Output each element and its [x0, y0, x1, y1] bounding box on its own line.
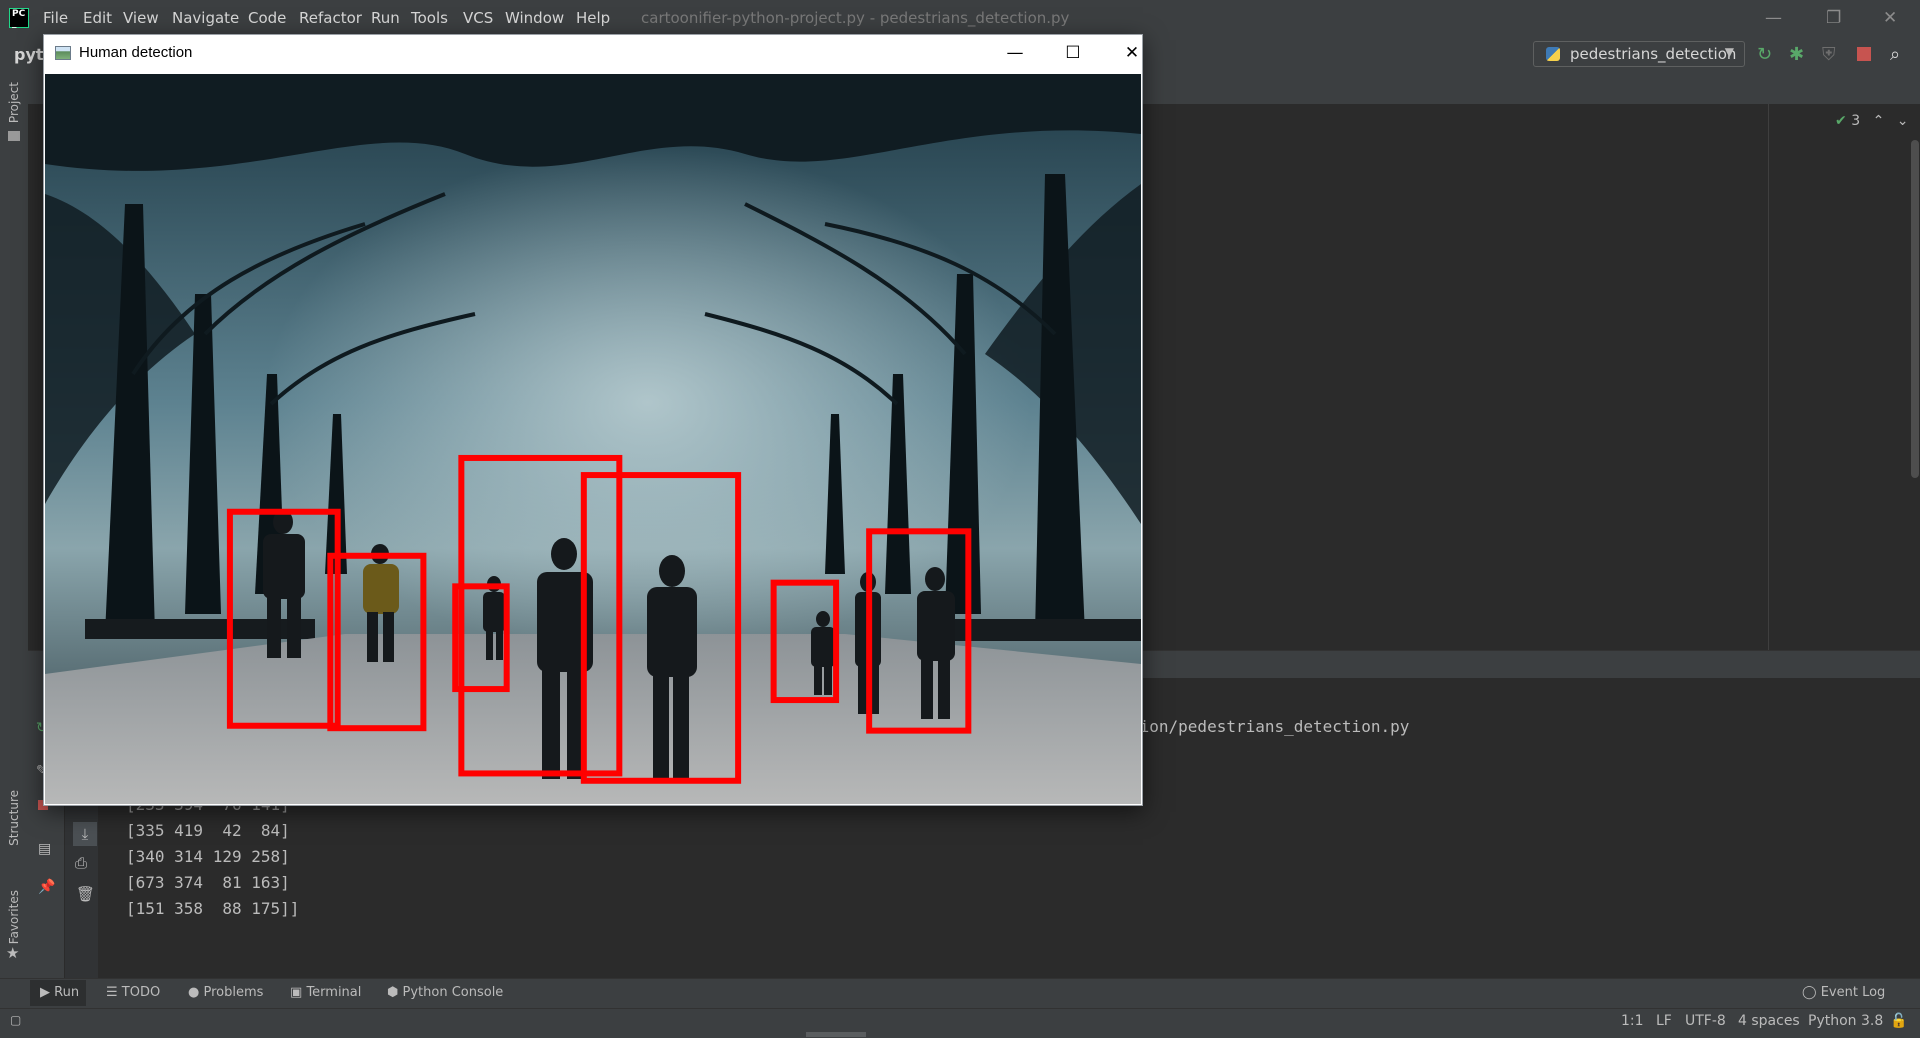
python-icon: ⬢: [387, 985, 399, 1000]
detection-window-title: Human detection: [79, 44, 193, 61]
project-tool-tab[interactable]: Project: [7, 82, 21, 123]
menu-run[interactable]: Run: [371, 9, 400, 27]
human-detection-window[interactable]: Human detection — ☐ ✕: [43, 34, 1143, 806]
coverage-icon[interactable]: ⛨: [1822, 44, 1836, 65]
tab-problems[interactable]: ● Problems: [188, 985, 263, 1000]
scroll-to-end-icon[interactable]: ⤓: [73, 822, 97, 846]
ide-restore-icon[interactable]: ❐: [1826, 8, 1841, 28]
toggle-tool-windows-icon[interactable]: ▢: [10, 1013, 21, 1027]
menu-navigate[interactable]: Navigate: [172, 9, 239, 27]
print-icon[interactable]: ⎙: [75, 854, 87, 872]
detection-image: [45, 74, 1141, 804]
menu-code[interactable]: Code: [248, 9, 286, 27]
favorites-tool-tab[interactable]: Favorites: [7, 890, 21, 944]
menu-view[interactable]: View: [123, 9, 159, 27]
maximize-icon[interactable]: ☐: [1050, 39, 1096, 67]
inspection-widget[interactable]: ✔ 3 ⌃ ⌄: [1835, 113, 1908, 129]
debug-icon[interactable]: ✱: [1789, 44, 1804, 65]
previous-highlight-icon[interactable]: ⌃: [1873, 113, 1885, 129]
run-icon: ▶: [40, 985, 50, 1000]
tab-python-console[interactable]: ⬢ Python Console: [387, 985, 503, 1000]
lock-icon[interactable]: 🔓: [1890, 1013, 1907, 1029]
tab-todo[interactable]: ☰ TODO: [106, 985, 160, 1000]
ide-window-title: cartoonifier-python-project.py - pedestr…: [641, 9, 1070, 27]
close-icon[interactable]: ✕: [1109, 39, 1155, 67]
layout-icon[interactable]: ▤: [38, 841, 51, 857]
trash-icon[interactable]: 🗑: [76, 885, 95, 903]
tab-python-console-label: Python Console: [402, 985, 504, 1000]
run-configuration-label: pedestrians_detection: [1570, 45, 1737, 63]
event-log-button[interactable]: ◯ Event Log: [1802, 985, 1885, 1000]
star-icon: ★: [6, 944, 20, 962]
folder-icon: [8, 131, 20, 141]
menu-refactor[interactable]: Refactor: [299, 9, 362, 27]
console-line: [673 374 81 163]: [126, 873, 290, 892]
chevron-down-icon: ▼: [1724, 45, 1734, 59]
list-icon: ☰: [106, 985, 118, 1000]
file-encoding[interactable]: UTF-8: [1685, 1013, 1726, 1029]
menu-edit[interactable]: Edit: [83, 9, 112, 27]
right-fence: [925, 619, 1141, 641]
line-separator[interactable]: LF: [1656, 1013, 1672, 1029]
progress-indicator: [806, 1032, 866, 1037]
tab-run-label: Run: [54, 985, 80, 1000]
console-line: [340 314 129 258]: [126, 847, 290, 866]
editor-scrollbar[interactable]: [1911, 140, 1919, 478]
minimize-icon[interactable]: —: [992, 39, 1038, 67]
window-app-icon: [55, 46, 71, 60]
tab-run[interactable]: ▶ Run: [40, 985, 79, 1000]
menu-help[interactable]: Help: [576, 9, 610, 27]
speech-bubble-icon: ◯: [1802, 985, 1817, 1000]
structure-tool-tab[interactable]: Structure: [7, 790, 21, 846]
console-line: [335 419 42 84]: [126, 821, 290, 840]
tab-terminal-label: Terminal: [306, 985, 362, 1000]
tool-window-bar: [0, 978, 1920, 1009]
python-interpreter[interactable]: Python 3.8: [1808, 1013, 1883, 1029]
event-log-label: Event Log: [1820, 985, 1886, 1000]
python-icon: [1546, 47, 1560, 61]
console-script-path: tion/pedestrians_detection.py: [1130, 717, 1410, 736]
right-margin-guide: [1768, 104, 1769, 650]
pycharm-logo: PC _: [9, 8, 29, 29]
stop-icon[interactable]: [1857, 47, 1871, 61]
tab-todo-label: TODO: [121, 985, 161, 1000]
next-highlight-icon[interactable]: ⌄: [1897, 113, 1909, 129]
menu-tools[interactable]: Tools: [411, 9, 448, 27]
inspection-count: 3: [1851, 113, 1861, 129]
pin-icon[interactable]: 📌: [38, 879, 55, 895]
check-icon: ✔: [1835, 113, 1847, 129]
menu-window[interactable]: Window: [505, 9, 564, 27]
tab-problems-label: Problems: [203, 985, 264, 1000]
terminal-icon: ▣: [290, 985, 303, 1000]
rerun-icon[interactable]: ↻: [1757, 44, 1772, 65]
tab-terminal[interactable]: ▣ Terminal: [290, 985, 361, 1000]
run-configuration-select[interactable]: pedestrians_detection ▼: [1533, 41, 1745, 67]
info-icon: ●: [188, 985, 200, 1000]
caret-position[interactable]: 1:1: [1621, 1013, 1644, 1029]
ide-close-icon[interactable]: ✕: [1883, 8, 1897, 28]
menu-file[interactable]: File: [43, 9, 68, 27]
indent-setting[interactable]: 4 spaces: [1738, 1013, 1800, 1029]
detection-window-titlebar[interactable]: Human detection — ☐ ✕: [44, 35, 1142, 72]
search-icon[interactable]: ⌕: [1890, 44, 1900, 65]
console-line: [151 358 88 175]]: [126, 899, 300, 918]
ide-minimize-icon[interactable]: —: [1765, 8, 1782, 28]
menu-vcs[interactable]: VCS: [463, 9, 493, 27]
